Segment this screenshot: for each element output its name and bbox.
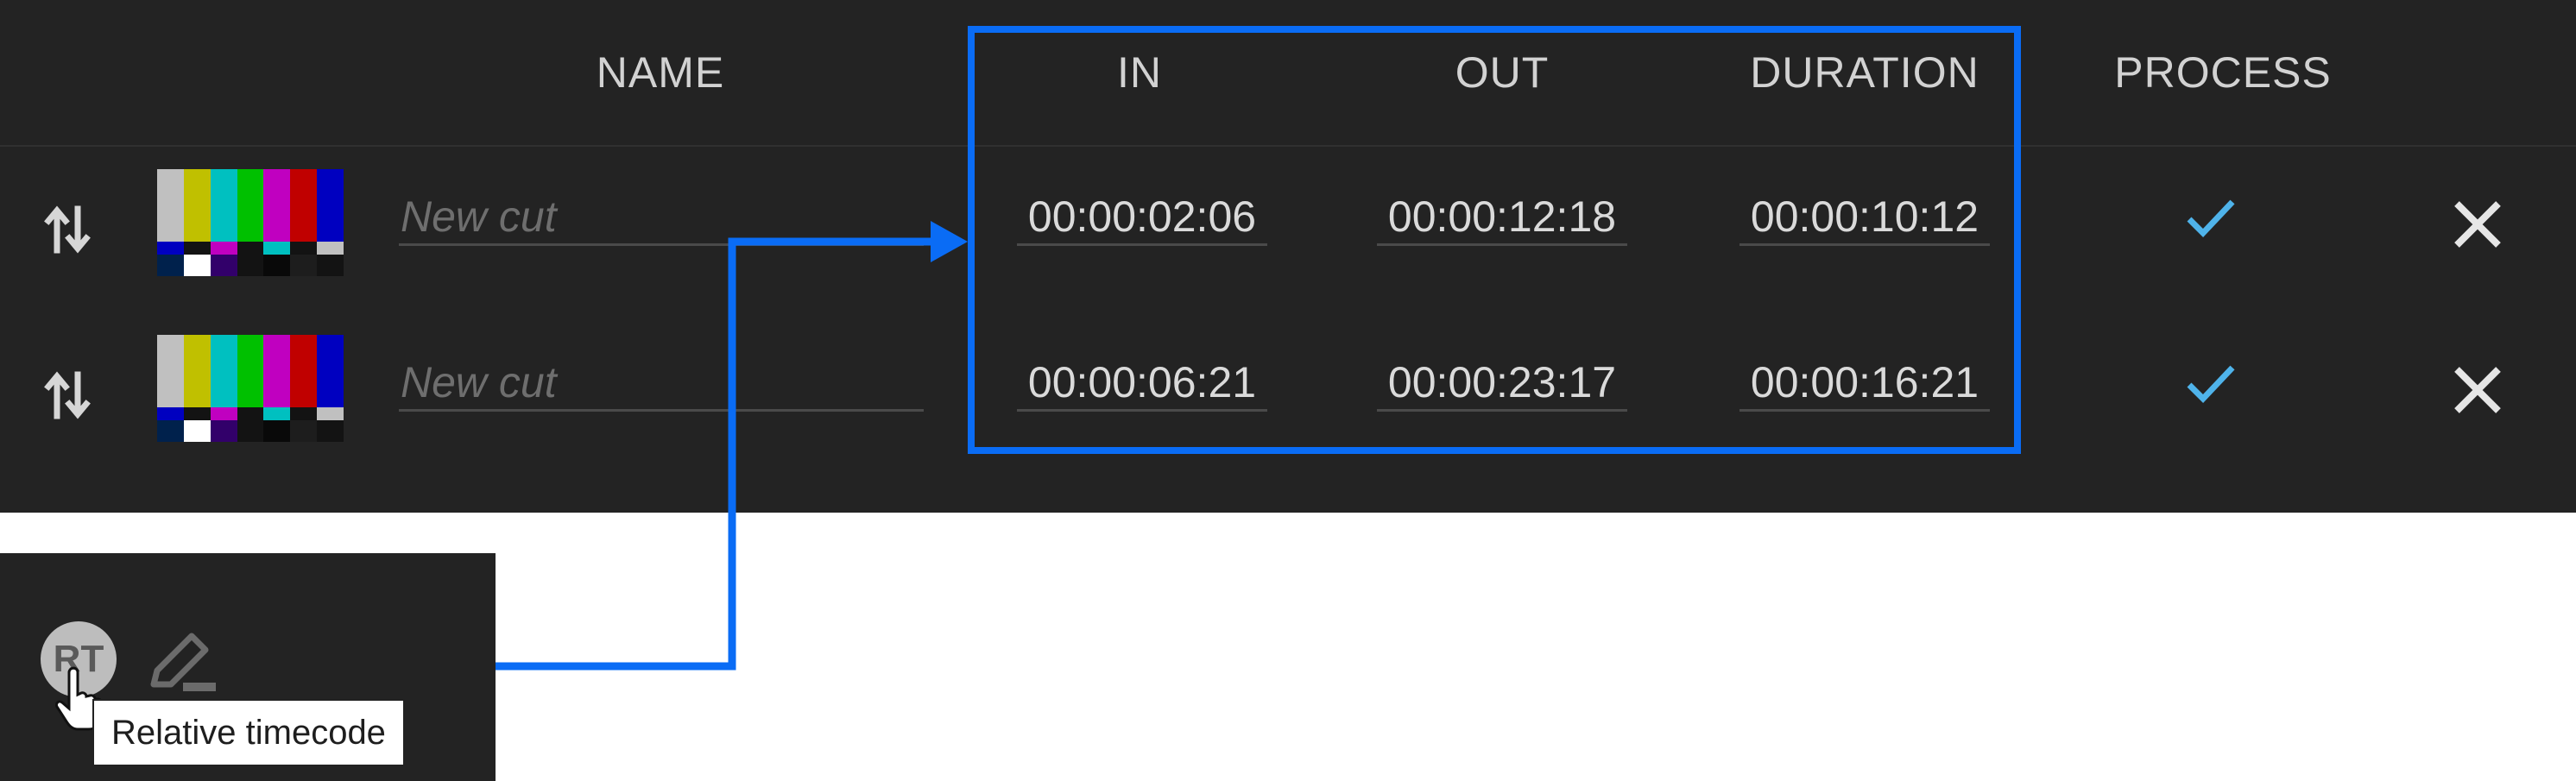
close-icon[interactable] [2452,198,2503,250]
timecode-highlight-box [968,26,2021,454]
check-icon[interactable] [2181,188,2241,249]
sort-arrows-icon[interactable] [43,204,92,255]
sort-arrows-icon[interactable] [43,369,92,421]
check-icon[interactable] [2181,354,2241,414]
timecode-toolbar: RT Relative timecode [0,553,496,781]
color-bars-thumbnail [157,335,344,442]
cut-name-input[interactable]: New cut [399,356,924,412]
close-icon[interactable] [2452,364,2503,416]
color-bars-thumbnail [157,169,344,276]
column-header-name[interactable]: NAME [570,48,751,97]
pencil-icon[interactable] [145,626,223,703]
column-header-process[interactable]: PROCESS [2106,48,2339,97]
relative-timecode-tooltip: Relative timecode [92,699,405,766]
cut-name-input[interactable]: New cut [399,190,924,246]
